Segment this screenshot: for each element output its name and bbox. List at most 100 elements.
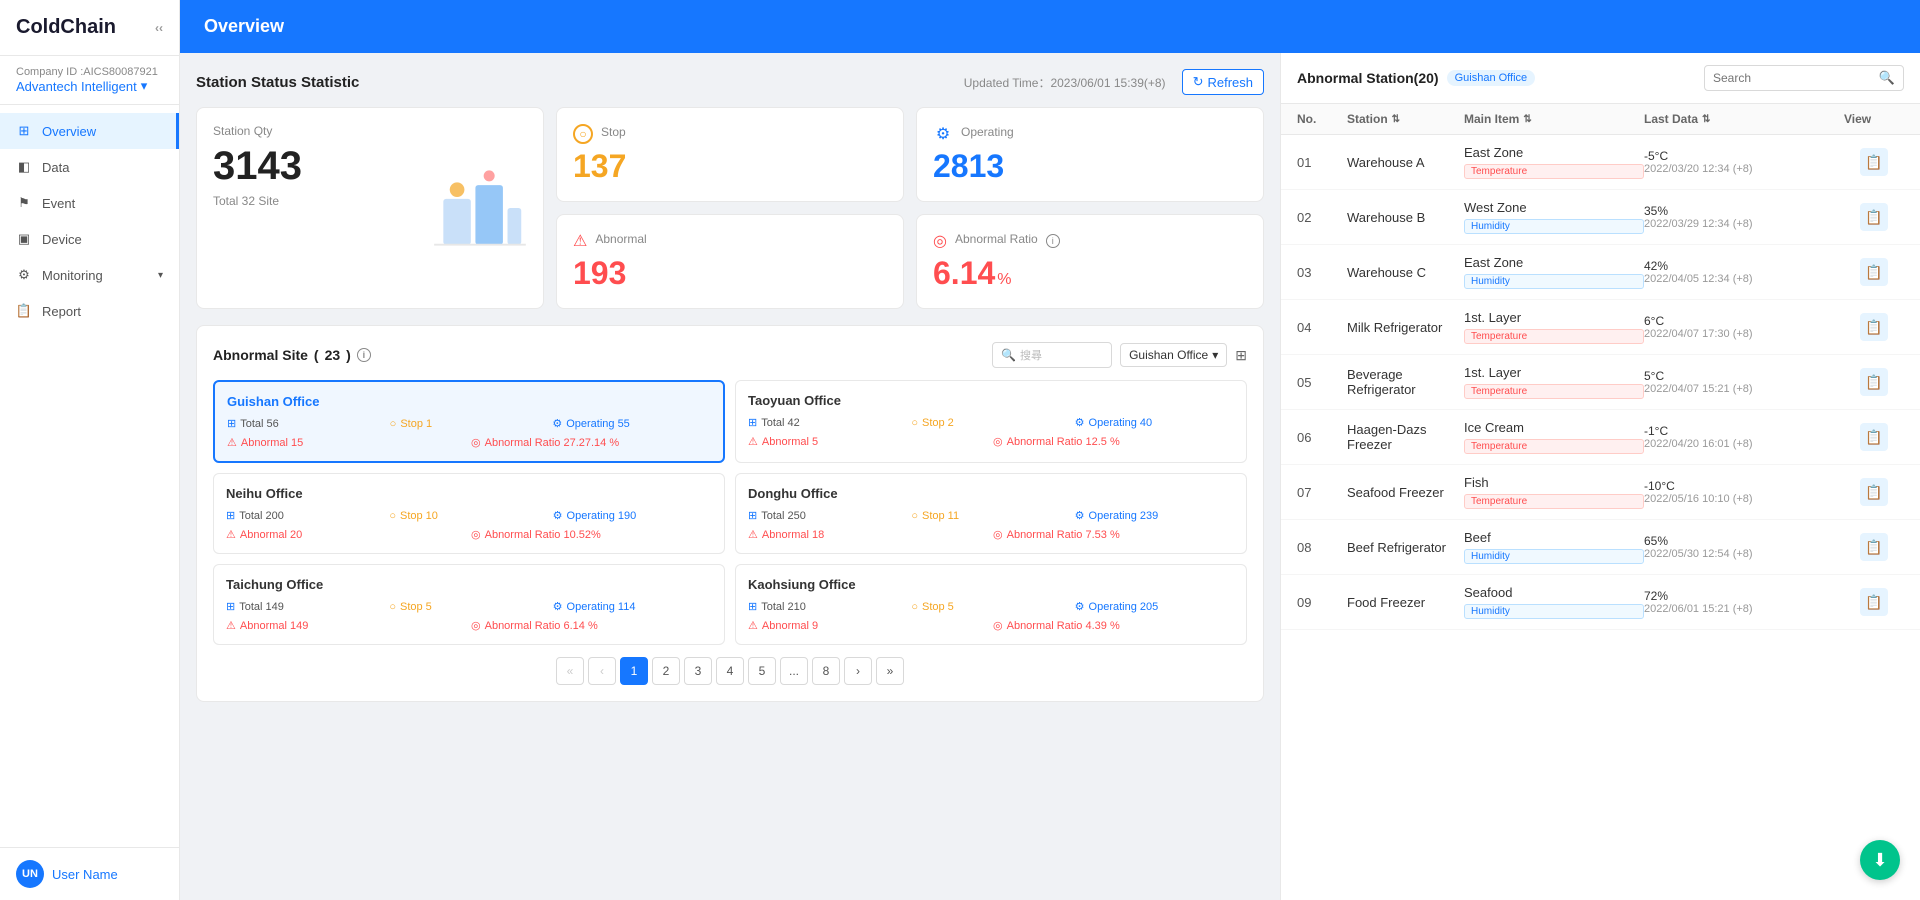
page-btn[interactable]: 8	[812, 657, 840, 685]
sidebar-collapse-icon[interactable]: ‹‹	[155, 21, 163, 35]
site-ratio: ◎Abnormal Ratio 10.52%	[471, 528, 712, 541]
username[interactable]: User Name	[52, 867, 118, 882]
refresh-button[interactable]: ↻ Refresh	[1182, 69, 1264, 95]
company-name[interactable]: Advantech Intelligent ▾	[16, 78, 163, 94]
view-button[interactable]: 📋	[1860, 423, 1888, 451]
row-no: 08	[1297, 540, 1347, 555]
site-name: Taichung Office	[226, 577, 712, 592]
table-row: 01 Warehouse A East Zone Temperature -5°…	[1281, 135, 1920, 190]
sidebar-item-overview[interactable]: ⊞ Overview	[0, 113, 179, 149]
site-card[interactable]: Guishan Office ⊞Total 56 ○Stop 1 ⚙Operat…	[213, 380, 725, 463]
monitoring-icon: ⚙	[16, 267, 32, 283]
site-abnormal: ⚠Abnormal 18	[748, 528, 989, 541]
row-last-data: 42% 2022/04/05 12:34 (+8)	[1644, 259, 1844, 285]
sidebar-company: Company ID :AICS80087921 Advantech Intel…	[0, 56, 179, 105]
site-stats: ⊞Total 42 ○Stop 2 ⚙Operating 40	[748, 416, 1234, 429]
site-ratio: ◎Abnormal Ratio 12.5 %	[993, 435, 1234, 448]
site-card[interactable]: Kaohsiung Office ⊞Total 210 ○Stop 5 ⚙Ope…	[735, 564, 1247, 645]
view-button[interactable]: 📋	[1860, 313, 1888, 341]
grid-icon: ⊞	[748, 600, 757, 613]
row-item: Seafood Humidity	[1464, 585, 1644, 619]
table-row: 06 Haagen-Dazs Freezer Ice Cream Tempera…	[1281, 410, 1920, 465]
item-badge: Temperature	[1464, 439, 1644, 454]
view-button[interactable]: 📋	[1860, 258, 1888, 286]
download-fab[interactable]: ⬇	[1860, 840, 1900, 880]
row-station: Warehouse A	[1347, 155, 1464, 170]
station-qty-card: Station Qty 3143 Total 32 Site	[196, 107, 544, 309]
view-button[interactable]: 📋	[1860, 533, 1888, 561]
item-badge: Temperature	[1464, 384, 1644, 399]
ratio-icon: ◎	[471, 436, 481, 449]
site-ratio: ◎Abnormal Ratio 6.14 %	[471, 619, 712, 632]
sidebar-item-label: Event	[42, 196, 75, 211]
right-search: 🔍	[1704, 65, 1904, 91]
warn-icon: ⚠	[748, 528, 758, 541]
search-icon: 🔍	[1879, 70, 1895, 86]
operating-card: ⚙ Operating 2813	[916, 107, 1264, 202]
operating-icon: ⚙	[553, 509, 563, 522]
item-name: Seafood	[1464, 585, 1644, 600]
item-name: West Zone	[1464, 200, 1644, 215]
sidebar-item-label: Report	[42, 304, 81, 319]
search-icon: 🔍	[1001, 348, 1016, 362]
site-card[interactable]: Taoyuan Office ⊞Total 42 ○Stop 2 ⚙Operat…	[735, 380, 1247, 463]
item-name: East Zone	[1464, 255, 1644, 270]
abnormal-site-info-icon[interactable]: i	[357, 348, 371, 362]
info-icon[interactable]: i	[1046, 234, 1060, 248]
sidebar-item-data[interactable]: ◧ Data	[0, 149, 179, 185]
view-button[interactable]: 📋	[1860, 588, 1888, 616]
page-btn[interactable]: 5	[748, 657, 776, 685]
site-card[interactable]: Donghu Office ⊞Total 250 ○Stop 11 ⚙Opera…	[735, 473, 1247, 554]
page-btn[interactable]: 2	[652, 657, 680, 685]
stop-icon: ○	[573, 124, 593, 144]
view-button[interactable]: 📋	[1860, 368, 1888, 396]
station-qty-label: Station Qty	[213, 124, 527, 138]
office-select[interactable]: Guishan Office ▾	[1120, 343, 1227, 367]
sidebar-item-event[interactable]: ⚑ Event	[0, 185, 179, 221]
view-button[interactable]: 📋	[1860, 478, 1888, 506]
warn-icon: ⚠	[226, 619, 236, 632]
abnormal-label: Abnormal	[595, 232, 646, 246]
pagination: «‹12345...8›»	[213, 657, 1247, 685]
grid-icon: ⊞	[748, 416, 757, 429]
site-stat-row2: ⚠Abnormal 5 ◎Abnormal Ratio 12.5 %	[748, 435, 1234, 448]
row-last-data: 35% 2022/03/29 12:34 (+8)	[1644, 204, 1844, 230]
abnormal-site-search[interactable]: 🔍 搜尋	[992, 342, 1112, 368]
sidebar-item-monitoring[interactable]: ⚙ Monitoring ▾	[0, 257, 179, 293]
page-btn[interactable]: ‹	[588, 657, 616, 685]
station-status-header: Station Status Statistic Updated Time：20…	[196, 69, 1264, 95]
table-col-header[interactable]: Last Data ⇅	[1644, 112, 1844, 126]
row-station: Food Freezer	[1347, 595, 1464, 610]
table-header: No.Station ⇅Main Item ⇅Last Data ⇅View	[1281, 104, 1920, 135]
item-name: 1st. Layer	[1464, 310, 1644, 325]
page-btn[interactable]: 4	[716, 657, 744, 685]
last-value: -1°C	[1644, 424, 1844, 438]
site-card[interactable]: Taichung Office ⊞Total 149 ○Stop 5 ⚙Oper…	[213, 564, 725, 645]
table-col-header[interactable]: Main Item ⇅	[1464, 112, 1644, 126]
page-btn[interactable]: 1	[620, 657, 648, 685]
sidebar-item-report[interactable]: 📋 Report	[0, 293, 179, 329]
filter-icon[interactable]: ⊞	[1235, 347, 1247, 364]
last-time: 2022/04/07 17:30 (+8)	[1644, 328, 1844, 340]
row-no: 01	[1297, 155, 1347, 170]
page-btn[interactable]: 3	[684, 657, 712, 685]
view-button[interactable]: 📋	[1860, 203, 1888, 231]
site-card[interactable]: Neihu Office ⊞Total 200 ○Stop 10 ⚙Operat…	[213, 473, 725, 554]
view-button[interactable]: 📋	[1860, 148, 1888, 176]
item-badge: Temperature	[1464, 164, 1644, 179]
page-btn[interactable]: ...	[780, 657, 808, 685]
abnormal-site-header: Abnormal Site (23) i 🔍 搜尋 Guishan Office…	[213, 342, 1247, 368]
row-last-data: -10°C 2022/05/16 10:10 (+8)	[1644, 479, 1844, 505]
row-view: 📋	[1844, 478, 1904, 506]
row-no: 03	[1297, 265, 1347, 280]
page-btn[interactable]: »	[876, 657, 904, 685]
last-value: -5°C	[1644, 149, 1844, 163]
page-btn[interactable]: «	[556, 657, 584, 685]
item-name: Beef	[1464, 530, 1644, 545]
right-search-input[interactable]	[1713, 71, 1879, 85]
ratio-label: Abnormal Ratio	[955, 232, 1038, 246]
page-btn[interactable]: ›	[844, 657, 872, 685]
table-col-header[interactable]: Station ⇅	[1347, 112, 1464, 126]
operating-icon: ⚙	[933, 124, 953, 144]
sidebar-item-device[interactable]: ▣ Device	[0, 221, 179, 257]
